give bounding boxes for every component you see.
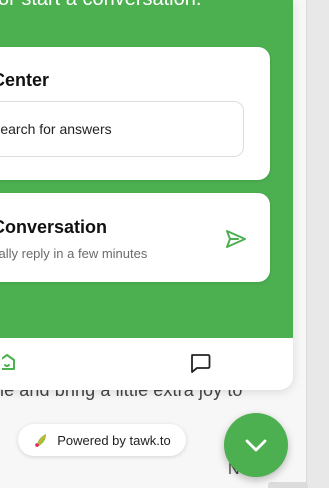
chat-widget-panel: or start a conversation. Center Search f… — [0, 0, 293, 390]
minimize-chat-button[interactable] — [224, 413, 288, 477]
widget-bottom-nav — [0, 338, 293, 390]
send-icon[interactable] — [224, 229, 248, 249]
conversation-subtitle[interactable]: cally reply in a few minutes — [0, 246, 147, 261]
widget-intro-text: or start a conversation. — [0, 0, 288, 11]
tawkto-leaf-icon — [35, 434, 47, 448]
widget-header-area: or start a conversation. Center Search f… — [0, 0, 293, 338]
chat-icon[interactable] — [188, 352, 212, 374]
chevron-down-icon — [245, 439, 267, 452]
bottom-scroll-artifact — [268, 482, 308, 488]
help-center-title: Center — [0, 70, 50, 90]
conversation-title[interactable]: Conversation — [0, 217, 107, 238]
page-scroll-strip — [306, 0, 329, 488]
search-input[interactable]: Search for answers — [0, 101, 244, 157]
home-icon[interactable] — [2, 353, 20, 371]
start-conversation-card[interactable]: Conversation cally reply in a few minute… — [0, 193, 270, 282]
powered-by-text[interactable]: Powered by tawk.to — [57, 433, 170, 448]
help-center-card: Center Search for answers — [0, 47, 270, 180]
search-input-text[interactable]: Search for answers — [0, 121, 112, 137]
powered-by-badge[interactable]: Powered by tawk.to — [18, 424, 186, 456]
